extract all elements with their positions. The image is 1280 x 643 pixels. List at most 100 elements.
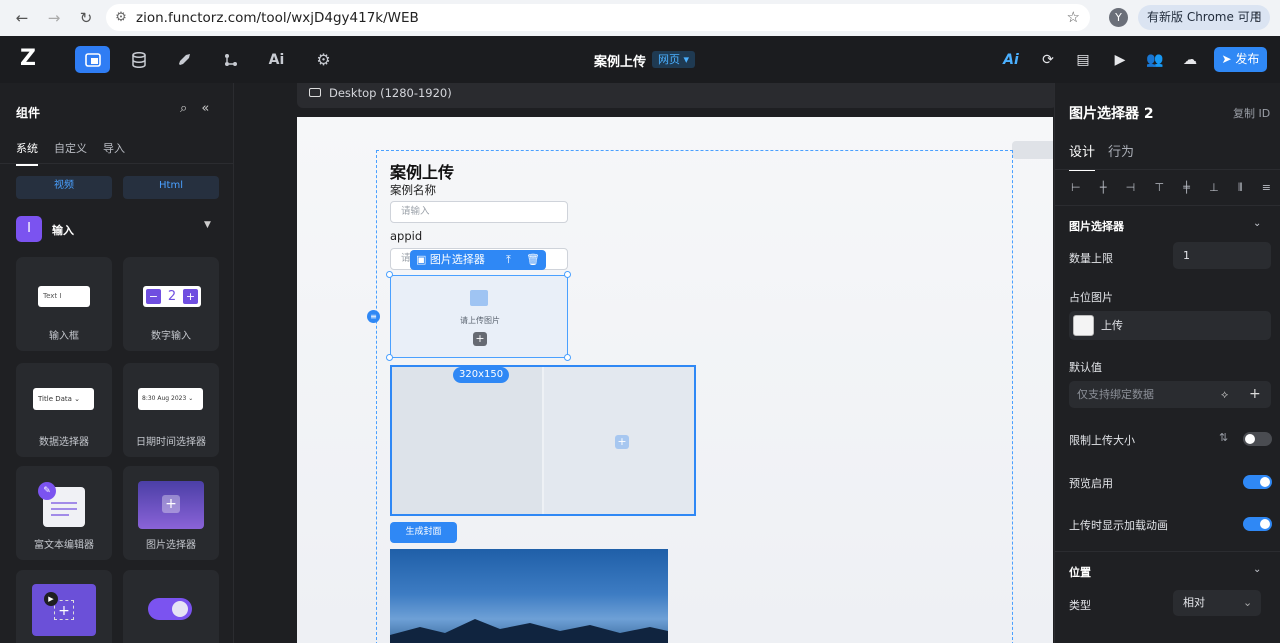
page-heading[interactable]: 案例上传: [390, 159, 454, 183]
components-tab-button[interactable]: [75, 46, 110, 73]
document-settings-icon[interactable]: ▤: [1072, 49, 1094, 71]
divider: [1055, 169, 1280, 170]
app-logo[interactable]: Z: [20, 47, 44, 71]
component-video-upload[interactable]: + ▶: [16, 570, 112, 643]
field-label-name[interactable]: 案例名称: [390, 182, 436, 198]
distribute-v-icon[interactable]: ≡: [1262, 181, 1271, 195]
page-canvas[interactable]: 案例上传 案例名称 请输入 appid 请 请上传图片 + ≡ ▣ 图片选择器 …: [297, 117, 1053, 643]
move-up-icon[interactable]: ⤒: [506, 250, 511, 270]
cover-image[interactable]: [390, 549, 668, 643]
resize-handle-tr[interactable]: [564, 271, 571, 278]
limit-size-toggle[interactable]: [1243, 432, 1272, 446]
chevron-down-icon[interactable]: ⌄: [1253, 218, 1261, 229]
more-vert-icon[interactable]: ⋮: [1251, 5, 1263, 30]
divider: [1055, 551, 1280, 552]
max-count-input[interactable]: 1: [1173, 242, 1271, 269]
align-center-h-icon[interactable]: ┼: [1100, 181, 1107, 195]
align-left-icon[interactable]: ⊢: [1071, 181, 1081, 195]
resize-handle-tl[interactable]: [386, 271, 393, 278]
input-group-icon: I: [16, 216, 42, 242]
components-panel: 组件 ⌕ « 系统 自定义 导入 视频 Html I 输入 ▼ Text I 输…: [0, 83, 234, 643]
generate-cover-button[interactable]: 生成封面: [390, 522, 457, 543]
group-input[interactable]: I 输入 ▼: [16, 216, 226, 242]
align-top-icon[interactable]: ⊤: [1154, 181, 1164, 195]
reload-icon[interactable]: ↻: [70, 0, 102, 36]
search-icon[interactable]: ⌕: [180, 101, 187, 116]
collapse-panel-icon[interactable]: «: [201, 101, 209, 116]
refresh-search-icon[interactable]: ⟳: [1037, 49, 1059, 71]
delete-trash-icon[interactable]: 🗑: [526, 250, 540, 270]
app-topbar: Z Ai ⚙ 案例上传 网页 ▾ Ai ⟳ ▤ ▶ 👥 ☁ ➤ 发布: [0, 36, 1280, 83]
placeholder-image-upload[interactable]: 上传: [1069, 311, 1271, 340]
position-type-select[interactable]: 相对 ⌄: [1173, 590, 1261, 616]
selected-component-label: 图片选择器: [429, 253, 485, 266]
bookmark-star-icon[interactable]: ☆: [1067, 8, 1080, 26]
align-right-icon[interactable]: ⊣: [1126, 181, 1136, 195]
config-icon[interactable]: ⇅: [1219, 431, 1228, 444]
align-middle-v-icon[interactable]: ╪: [1183, 181, 1190, 195]
copy-id-button[interactable]: 复制 ID: [1233, 105, 1270, 121]
drag-handle-icon[interactable]: ≡: [367, 310, 380, 323]
align-bottom-icon[interactable]: ⊥: [1209, 181, 1219, 195]
add-image-plus-icon[interactable]: +: [473, 332, 487, 346]
ai-assistant-icon[interactable]: Ai: [1000, 49, 1022, 71]
publish-button[interactable]: ➤ 发布: [1214, 47, 1267, 72]
component-html[interactable]: Html: [123, 176, 219, 199]
mountain-silhouette: [390, 619, 668, 643]
add-plus-icon[interactable]: +: [1249, 381, 1261, 408]
resize-handle-br[interactable]: [564, 354, 571, 361]
component-image-picker[interactable]: + 图片选择器: [123, 466, 219, 560]
max-count-label: 数量上限: [1069, 252, 1113, 265]
component-number-input[interactable]: − 2 + 数字输入: [123, 257, 219, 351]
default-value-label: 默认值: [1069, 361, 1102, 374]
card-label: 数字输入: [151, 331, 191, 342]
distribute-h-icon[interactable]: ⫴: [1238, 181, 1243, 195]
field-label-appid[interactable]: appid: [390, 229, 422, 243]
add-image-plus-icon[interactable]: +: [615, 435, 629, 449]
bind-data-icon[interactable]: ⟡: [1221, 381, 1228, 408]
tab-behavior[interactable]: 行为: [1108, 141, 1134, 160]
divider: [0, 163, 233, 164]
profile-avatar[interactable]: Y: [1109, 8, 1128, 27]
play-icon: ▶: [44, 592, 58, 606]
section-position[interactable]: 位置: [1069, 564, 1091, 580]
card-label: 富文本编辑器: [34, 540, 94, 551]
component-switch[interactable]: [123, 570, 219, 643]
site-settings-icon[interactable]: ⚙: [106, 10, 136, 25]
flow-button[interactable]: [213, 46, 248, 73]
database-button[interactable]: [121, 46, 156, 73]
component-data-select[interactable]: Title Data ⌄ 数据选择器: [16, 363, 112, 457]
component-text-input[interactable]: Text I 输入框: [16, 257, 112, 351]
component-datetime-picker[interactable]: 8:30 Aug 2023 ⌄ 日期时间选择器: [123, 363, 219, 457]
device-bar[interactable]: Desktop (1280-1920): [297, 83, 1057, 108]
settings-gear-icon[interactable]: ⚙: [306, 46, 341, 73]
preview-play-icon[interactable]: ▶: [1109, 49, 1131, 71]
ai-button[interactable]: Ai: [259, 46, 294, 73]
default-value-input[interactable]: 仅支持绑定数据 ⟡ +: [1069, 381, 1271, 408]
selected-component-tag[interactable]: ▣ 图片选择器 ⤒ 🗑: [410, 250, 546, 270]
actions-button[interactable]: [167, 46, 202, 73]
component-rich-text[interactable]: ✎ 富文本编辑器: [16, 466, 112, 560]
collaborators-icon[interactable]: 👥: [1144, 49, 1166, 71]
page-type-dropdown[interactable]: 网页 ▾: [652, 51, 696, 68]
back-icon[interactable]: ←: [6, 0, 38, 36]
canvas-mini-toolbar[interactable]: [1012, 141, 1053, 159]
preview-enable-toggle[interactable]: [1243, 475, 1272, 489]
forward-icon[interactable]: →: [38, 0, 70, 36]
component-video[interactable]: 视频: [16, 176, 112, 199]
caret-down-icon: ▼: [204, 220, 211, 230]
resize-handle-bl[interactable]: [386, 354, 393, 361]
address-bar[interactable]: ⚙ zion.functorz.com/tool/wxjD4gy417k/WEB…: [106, 4, 1090, 31]
chevron-down-icon[interactable]: ⌄: [1253, 564, 1261, 575]
cloud-icon[interactable]: ☁: [1179, 49, 1201, 71]
placeholder-image-label: 占位图片: [1069, 291, 1113, 304]
tab-design[interactable]: 设计: [1069, 141, 1096, 171]
section-image-picker[interactable]: 图片选择器: [1069, 218, 1124, 234]
loading-anim-toggle[interactable]: [1243, 517, 1272, 531]
case-name-input[interactable]: 请输入: [390, 201, 568, 223]
image-uploader[interactable]: 请上传图片 +: [390, 275, 568, 358]
component-name[interactable]: 图片选择器 2: [1069, 103, 1154, 123]
chrome-update-button[interactable]: 有新版 Chrome 可用 ⋮: [1138, 5, 1270, 30]
position-type-label: 类型: [1069, 599, 1091, 612]
image-picker-large[interactable]: +: [390, 365, 696, 516]
